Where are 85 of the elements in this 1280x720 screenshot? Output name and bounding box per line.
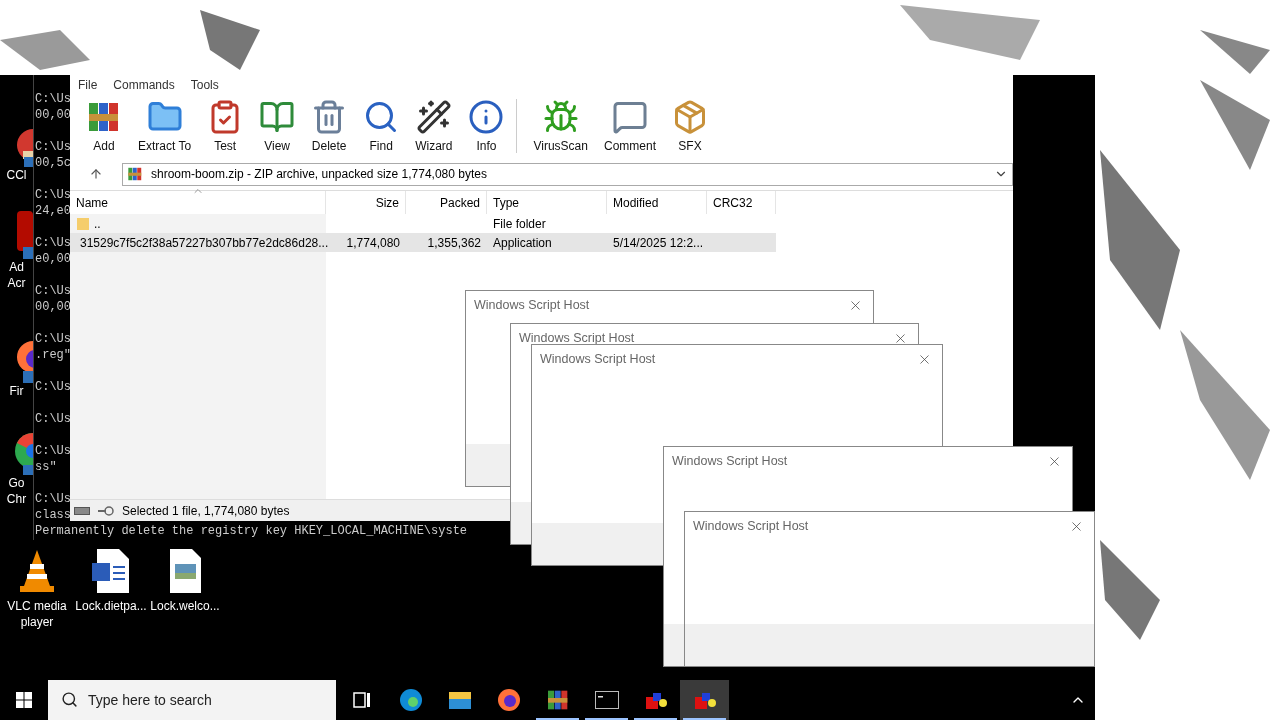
icon-label: Chr: [6, 491, 27, 507]
windows-logo-icon: [16, 692, 32, 708]
column-header[interactable]: Packed: [406, 191, 487, 214]
icon-label: Ad: [9, 259, 24, 275]
drive-icon: [74, 506, 90, 515]
dialog-title: Windows Script Host: [540, 350, 656, 368]
books-icon: [127, 166, 143, 182]
column-header[interactable]: CRC32: [707, 191, 776, 214]
toolbar-button[interactable]: View: [251, 99, 304, 153]
column-header[interactable]: Size: [326, 191, 406, 214]
toolbar-button[interactable]: Comment: [595, 99, 664, 153]
dialog-title: Windows Script Host: [672, 452, 788, 470]
console-line: 00,00: [35, 299, 71, 315]
console-line: .reg": [35, 347, 71, 363]
table-cell-text: 31529c7f5c2f38a57227b307bb77e2dc86d28...: [80, 234, 329, 252]
console-line: C:\Us: [35, 443, 71, 459]
bug-icon: [542, 99, 579, 135]
column-header[interactable]: Type: [487, 191, 607, 214]
dialog-title: Windows Script Host: [519, 329, 635, 347]
icon-label: Lock.dietpa...: [75, 598, 147, 614]
dialog-title: Windows Script Host: [693, 517, 809, 535]
toolbar-button[interactable]: Add: [78, 99, 130, 153]
icon-label: Lock.welco...: [150, 598, 220, 614]
console-line: ss": [35, 459, 57, 475]
toolbar-button[interactable]: Find: [355, 99, 408, 153]
console-line: C:\Us: [35, 411, 71, 427]
toolbar-button[interactable]: Test: [199, 99, 252, 153]
console-line: C:\Us: [35, 491, 71, 507]
book-icon: [259, 99, 296, 135]
file-row[interactable]: .. File folder: [70, 214, 776, 233]
table-cell-text: 1,774,080: [346, 234, 400, 252]
taskbar-app-button[interactable]: [680, 680, 729, 720]
dialog-title: Windows Script Host: [474, 296, 590, 314]
folder-icon: [447, 690, 472, 710]
fox-globe-icon: [496, 688, 521, 712]
icon-label: CCl: [6, 167, 27, 183]
box-icon: [672, 99, 708, 135]
wand-icon: [415, 99, 452, 135]
console-line: 00,00: [35, 107, 71, 123]
table-cell-text: Application: [493, 234, 552, 252]
console-line: C:\Us: [35, 283, 71, 299]
key-icon: [98, 505, 114, 516]
toolbar-button[interactable]: VirusScan: [525, 99, 596, 153]
toolbar-button[interactable]: Wizard: [407, 99, 461, 153]
console-line: C:\Us: [35, 139, 71, 155]
console-line: Permanently delete the registry key HKEY_LOCAL_MACHINE\syste: [35, 523, 468, 539]
console-line: C:\Us: [35, 379, 71, 395]
table-cell-text: File folder: [493, 215, 546, 233]
table-cell-text: 5/14/2025 12:2...: [613, 234, 704, 252]
task-view-icon: [352, 692, 371, 708]
icon-label: Fir: [9, 383, 24, 399]
toolbar-button[interactable]: SFX: [664, 99, 716, 153]
console-line: C:\Us: [35, 331, 71, 347]
image-file-icon: [168, 548, 202, 594]
comment-icon: [611, 99, 648, 135]
info-icon: [468, 99, 505, 135]
icon-label: Acr: [7, 275, 26, 291]
console-line: C:\Us: [35, 187, 71, 203]
file-row[interactable]: 31529c7f5c2f38a57227b307bb77e2dc86d28... 1,774,080 1,355,362 Application 5/14/2025 12:2...: [70, 233, 776, 252]
terminal-icon: [594, 691, 619, 709]
console-line: 24,e0: [35, 203, 71, 219]
table-cell-text: 1,355,362: [427, 234, 481, 252]
console-line: C:\Us: [35, 235, 71, 251]
menu-item[interactable]: Tools: [190, 76, 219, 94]
console-line: 00,5c: [35, 155, 71, 171]
books-icon: [545, 688, 570, 712]
toolbar-button[interactable]: Extract To: [130, 99, 200, 153]
menu-item[interactable]: File: [78, 76, 98, 94]
console-line: e0,00: [35, 251, 71, 267]
toolbar-button[interactable]: Info: [460, 99, 513, 153]
table-cell-text: ..: [94, 215, 101, 233]
up-arrow-icon: [89, 167, 103, 181]
toolbar-button[interactable]: Delete: [303, 99, 356, 153]
browser-icon: [398, 688, 423, 712]
search-field[interactable]: Type here to search: [48, 680, 336, 720]
console-line: class: [35, 507, 71, 523]
menu-item[interactable]: Commands: [113, 76, 175, 94]
word-document-icon: [91, 548, 131, 594]
icon-label: VLC media player: [6, 598, 68, 630]
search-icon: [61, 691, 78, 708]
status-text: Selected 1 file, 1,774,080 bytes: [122, 502, 290, 520]
icon-label: Go: [8, 475, 25, 491]
column-header[interactable]: Modified: [607, 191, 707, 214]
path-field[interactable]: shroom-boom.zip - ZIP archive, unpacked size 1,774,080 bytes: [122, 162, 1013, 186]
console-line: C:\Us: [35, 91, 71, 107]
